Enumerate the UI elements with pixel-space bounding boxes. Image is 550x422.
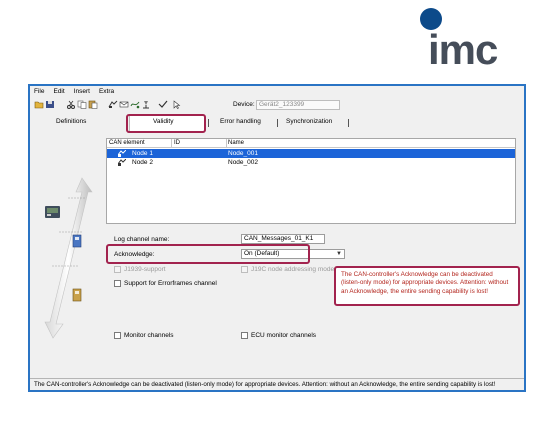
tab-definitions[interactable]: Definitions	[56, 118, 86, 125]
app-window: File Edit Insert Extra Device: Gerät2_12…	[28, 84, 526, 392]
save-icon[interactable]	[45, 100, 55, 109]
measure-icon[interactable]	[141, 100, 151, 109]
status-bar: The CAN-controller's Acknowledge can be …	[30, 378, 524, 390]
list-header: CAN element ID Name	[107, 139, 515, 148]
menu-insert[interactable]: Insert	[74, 86, 90, 97]
node-device-icon	[72, 288, 82, 302]
errorframes-label: Support for Errorframes channel	[124, 280, 217, 287]
chevron-down-icon[interactable]: ▼	[335, 250, 343, 258]
tab-error-handling[interactable]: Error handling	[220, 118, 261, 125]
message-icon[interactable]	[119, 100, 129, 109]
menu-extra[interactable]: Extra	[99, 86, 114, 97]
row-element: Node 1	[132, 150, 153, 157]
column-header-can-element[interactable]: CAN element	[109, 139, 145, 147]
acknowledge-tooltip: The CAN-controller's Acknowledge can be …	[334, 266, 520, 306]
log-channel-label: Log channel name:	[114, 236, 170, 243]
cut-icon[interactable]	[66, 100, 76, 109]
tab-bar: Definitions Validity Error handling Sync…	[30, 115, 524, 131]
toolbar: Device: Gerät2_123399	[30, 98, 524, 112]
menu-bar: File Edit Insert Extra	[30, 86, 524, 97]
copy-icon[interactable]	[77, 100, 87, 109]
errorframes-checkbox[interactable]	[114, 280, 121, 287]
imc-logo: imc	[420, 8, 530, 73]
ecu-monitor-channels-checkbox[interactable]	[241, 332, 248, 339]
check-icon[interactable]	[158, 100, 168, 109]
monitor-channels-label: Monitor channels	[124, 332, 174, 339]
row-element: Node 2	[132, 159, 153, 166]
tab-separator	[277, 119, 278, 127]
table-row[interactable]: Node 1 Node_001	[107, 149, 515, 158]
can-bus-diagram	[44, 177, 93, 339]
acknowledge-highlight	[106, 244, 310, 264]
j1939-node-addressing-checkbox[interactable]	[241, 266, 248, 273]
logo-text: imc	[428, 26, 498, 73]
column-header-id[interactable]: ID	[174, 139, 180, 147]
tab-separator	[348, 119, 349, 127]
column-header-name[interactable]: Name	[228, 139, 244, 147]
device-module-icon	[45, 206, 60, 218]
device-field[interactable]: Gerät2_123399	[256, 100, 340, 110]
tab-synchronization[interactable]: Synchronization	[286, 118, 332, 125]
j1939-node-addressing-label: J19C node addressing mode	[251, 266, 335, 273]
can-element-list: CAN element ID Name Node 1 Node_001 Node…	[106, 138, 516, 224]
can-node-icon	[118, 150, 126, 157]
help-pointer-icon[interactable]	[172, 100, 182, 109]
can-node-icon	[118, 159, 126, 166]
can-node-icon[interactable]	[108, 100, 118, 109]
table-row[interactable]: Node 2 Node_002	[107, 158, 515, 167]
menu-edit[interactable]: Edit	[53, 86, 64, 97]
paste-icon[interactable]	[88, 100, 98, 109]
log-channel-input[interactable]: CAN_Messages_01_K1	[241, 234, 325, 244]
signal-icon[interactable]	[130, 100, 140, 109]
monitor-channels-checkbox[interactable]	[114, 332, 121, 339]
menu-file[interactable]: File	[34, 86, 44, 97]
j1939-support-label: J1939-support	[124, 266, 166, 273]
ecu-monitor-channels-label: ECU monitor channels	[251, 332, 317, 339]
row-name: Node_002	[228, 159, 258, 166]
j1939-support-checkbox[interactable]	[114, 266, 121, 273]
open-icon[interactable]	[34, 100, 44, 109]
node-device-icon	[72, 234, 82, 248]
tab-separator	[208, 119, 209, 127]
column-divider	[171, 139, 172, 148]
row-name: Node_001	[228, 150, 258, 157]
column-divider	[226, 139, 227, 148]
validity-tab-highlight	[126, 114, 206, 133]
device-label: Device:	[233, 101, 255, 108]
